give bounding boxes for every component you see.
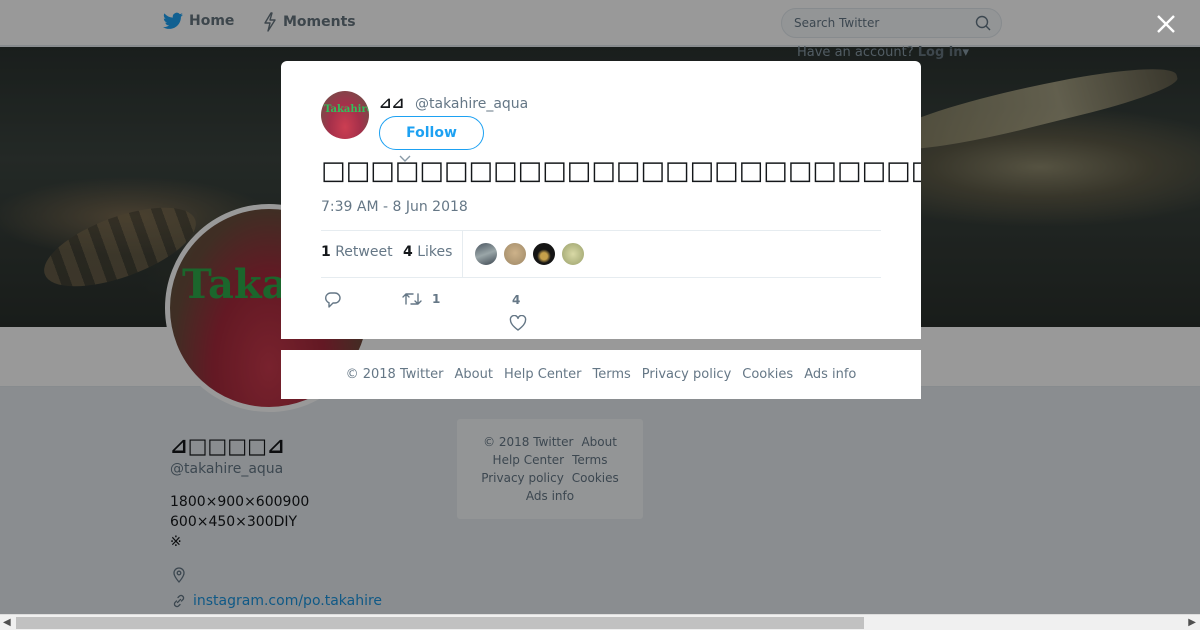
retweet-button[interactable]: 1	[402, 291, 440, 307]
retweet-stat[interactable]: 1 Retweet	[321, 244, 393, 260]
scrollbar-thumb[interactable]	[16, 617, 864, 629]
retweet-count: 1	[321, 244, 331, 260]
stats-divider	[462, 231, 463, 277]
modal-footer-help-link[interactable]: Help Center	[504, 367, 582, 382]
reply-icon	[325, 292, 341, 308]
liker-avatar[interactable]	[561, 242, 585, 266]
tweet-author-handle[interactable]: @takahire_aqua	[415, 96, 528, 112]
modal-footer-cookies-link[interactable]: Cookies	[742, 367, 793, 382]
reply-button[interactable]	[324, 291, 342, 309]
liker-avatar[interactable]	[503, 242, 527, 266]
horizontal-scrollbar[interactable]: ◀ ▶	[0, 614, 1200, 630]
retweet-label: Retweet	[335, 244, 393, 260]
modal-footer: © 2018 Twitter About Help Center Terms P…	[281, 350, 921, 399]
tweet-timestamp[interactable]: 7:39 AM - 8 Jun 2018	[321, 199, 468, 215]
like-count: 4	[403, 244, 413, 260]
tweet-author-avatar[interactable]: Takahire	[321, 91, 369, 139]
close-icon[interactable]	[1155, 13, 1177, 35]
liker-avatar[interactable]	[532, 242, 556, 266]
action-retweet-count: 1	[432, 292, 441, 306]
liker-avatar[interactable]	[474, 242, 498, 266]
tweet-stats: 1 Retweet 4 Likes	[321, 230, 881, 278]
tweet-avatar-text: Takahire	[324, 104, 369, 115]
like-label: Likes	[417, 244, 453, 260]
heart-icon[interactable]	[509, 315, 527, 331]
modal-footer-terms-link[interactable]: Terms	[593, 367, 631, 382]
scroll-left-arrow-icon[interactable]: ◀	[3, 617, 11, 628]
retweet-icon	[402, 293, 422, 305]
modal-footer-ads-link[interactable]: Ads info	[804, 367, 856, 382]
action-like-count: 4	[512, 293, 521, 307]
scroll-right-arrow-icon[interactable]: ▶	[1188, 617, 1196, 628]
tweet-author-name[interactable]: ⊿⊿	[379, 94, 404, 112]
tweet-text: □□□□□□□□□□□□□□□□□□□□□□□□□□□□□□□□□(□□)□□□…	[321, 156, 921, 186]
modal-footer-privacy-link[interactable]: Privacy policy	[642, 367, 731, 382]
modal-footer-about-link[interactable]: About	[455, 367, 493, 382]
tweet-modal: Takahire ⊿⊿ @takahire_aqua Follow □□□□□□…	[281, 61, 921, 339]
modal-footer-copyright: © 2018 Twitter	[345, 367, 444, 382]
follow-button[interactable]: Follow	[379, 116, 484, 150]
like-stat[interactable]: 4 Likes	[403, 244, 452, 260]
